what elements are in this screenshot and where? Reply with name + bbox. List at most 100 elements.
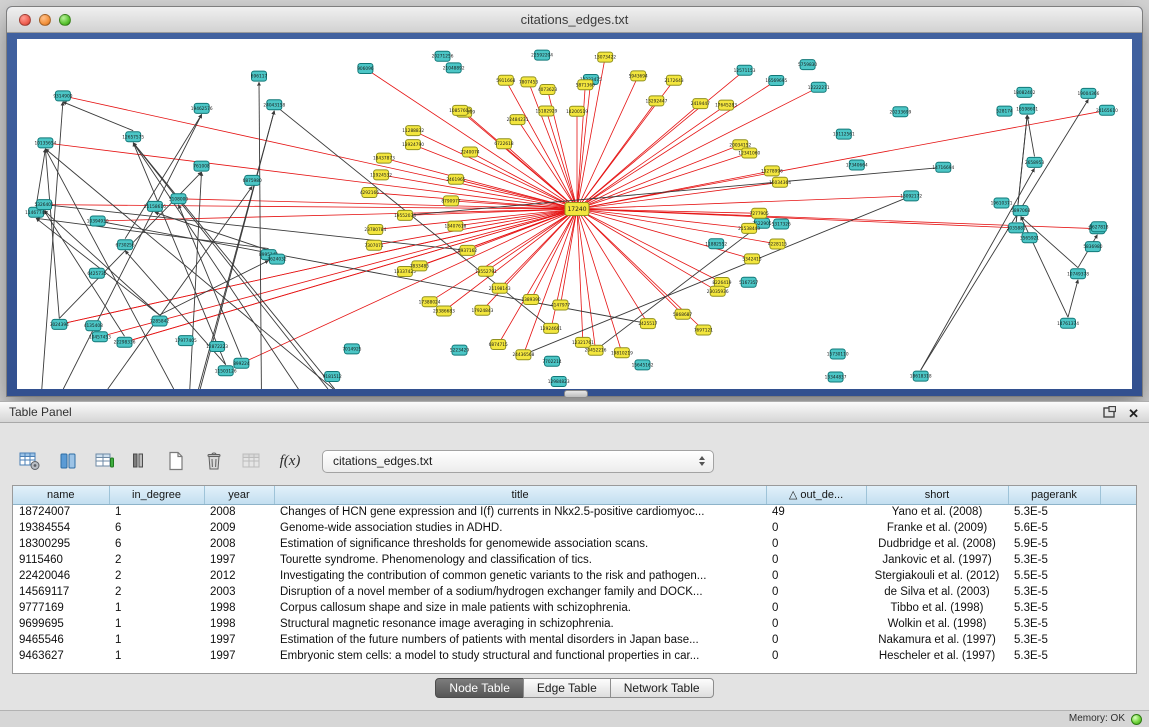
cell-year[interactable]: 2008 xyxy=(204,536,274,552)
cell-year[interactable]: 1997 xyxy=(204,648,274,664)
window-resize-handle[interactable] xyxy=(564,390,588,398)
zoom-window-button[interactable] xyxy=(59,14,71,26)
cell-title[interactable]: Estimation of significance thresholds fo… xyxy=(274,536,766,552)
cell-in_degree[interactable]: 1 xyxy=(109,648,204,664)
cell-filler xyxy=(1100,648,1136,664)
cell-name[interactable]: 18300295 xyxy=(13,536,109,552)
cell-in_degree[interactable]: 1 xyxy=(109,632,204,648)
cell-in_degree[interactable]: 2 xyxy=(109,552,204,568)
cell-pagerank[interactable]: 5.3E-5 xyxy=(1008,552,1100,568)
cell-name[interactable]: 9777169 xyxy=(13,600,109,616)
cell-name[interactable]: 14569117 xyxy=(13,584,109,600)
cell-pagerank[interactable]: 5.3E-5 xyxy=(1008,616,1100,632)
cell-short[interactable]: Franke et al. (2009) xyxy=(866,520,1008,536)
table-selector-dropdown[interactable]: citations_edges.txt xyxy=(322,450,714,473)
cell-year[interactable]: 1998 xyxy=(204,600,274,616)
cell-name[interactable]: 9463627 xyxy=(13,648,109,664)
column-header-out_degree[interactable]: △ out_de... xyxy=(766,486,866,504)
cell-out_degree[interactable]: 0 xyxy=(766,648,866,664)
cell-short[interactable]: de Silva et al. (2003) xyxy=(866,584,1008,600)
cell-out_degree[interactable]: 0 xyxy=(766,568,866,584)
cell-in_degree[interactable]: 6 xyxy=(109,536,204,552)
table-mode-button[interactable] xyxy=(14,447,46,475)
cell-out_degree[interactable]: 0 xyxy=(766,584,866,600)
column-header-in_degree[interactable]: in_degree xyxy=(109,486,204,504)
cell-name[interactable]: 9699695 xyxy=(13,616,109,632)
cell-pagerank[interactable]: 5.3E-5 xyxy=(1008,648,1100,664)
cell-year[interactable]: 2003 xyxy=(204,584,274,600)
row-selection-button[interactable] xyxy=(122,447,154,475)
cell-name[interactable]: 9115460 xyxy=(13,552,109,568)
column-header-title[interactable]: title xyxy=(274,486,766,504)
float-panel-icon[interactable] xyxy=(1103,405,1116,423)
cell-title[interactable]: Genome-wide association studies in ADHD. xyxy=(274,520,766,536)
delete-table-button[interactable] xyxy=(198,447,230,475)
cell-year[interactable]: 2012 xyxy=(204,568,274,584)
graph-node-label: 17340664 xyxy=(846,163,868,169)
cell-title[interactable]: Changes of HCN gene expression and I(f) … xyxy=(274,504,766,520)
tab-node-table[interactable]: Node Table xyxy=(435,678,524,698)
close-panel-icon[interactable]: ✕ xyxy=(1128,407,1139,421)
cell-title[interactable]: Structural magnetic resonance image aver… xyxy=(274,616,766,632)
cell-pagerank[interactable]: 5.3E-5 xyxy=(1008,504,1100,520)
cell-pagerank[interactable]: 5.5E-5 xyxy=(1008,568,1100,584)
cell-out_degree[interactable]: 49 xyxy=(766,504,866,520)
cell-year[interactable]: 2008 xyxy=(204,504,274,520)
cell-out_degree[interactable]: 0 xyxy=(766,632,866,648)
import-table-button[interactable] xyxy=(236,447,268,475)
window-titlebar[interactable]: citations_edges.txt xyxy=(7,7,1142,33)
cell-pagerank[interactable]: 5.6E-5 xyxy=(1008,520,1100,536)
cell-short[interactable]: Hescheler et al. (1997) xyxy=(866,648,1008,664)
cell-pagerank[interactable]: 5.9E-5 xyxy=(1008,536,1100,552)
cell-year[interactable]: 2009 xyxy=(204,520,274,536)
minimize-window-button[interactable] xyxy=(39,14,51,26)
cell-in_degree[interactable]: 2 xyxy=(109,568,204,584)
column-header-short[interactable]: short xyxy=(866,486,1008,504)
cell-in_degree[interactable]: 1 xyxy=(109,504,204,520)
cell-title[interactable]: Investigating the contribution of common… xyxy=(274,568,766,584)
cell-pagerank[interactable]: 5.3E-5 xyxy=(1008,600,1100,616)
create-column-button[interactable] xyxy=(90,447,122,475)
column-header-year[interactable]: year xyxy=(204,486,274,504)
cell-out_degree[interactable]: 0 xyxy=(766,520,866,536)
cell-out_degree[interactable]: 0 xyxy=(766,552,866,568)
cell-short[interactable]: Dudbridge et al. (2008) xyxy=(866,536,1008,552)
cell-title[interactable]: Disruption of a novel member of a sodium… xyxy=(274,584,766,600)
cell-short[interactable]: Stergiakouli et al. (2012) xyxy=(866,568,1008,584)
cell-short[interactable]: Yano et al. (2008) xyxy=(866,504,1008,520)
show-columns-button[interactable] xyxy=(52,447,84,475)
cell-title[interactable]: Corpus callosum shape and size in male p… xyxy=(274,600,766,616)
cell-in_degree[interactable]: 6 xyxy=(109,520,204,536)
cell-pagerank[interactable]: 5.3E-5 xyxy=(1008,584,1100,600)
tab-edge-table[interactable]: Edge Table xyxy=(523,678,611,698)
cell-title[interactable]: Estimation of the future numbers of pati… xyxy=(274,632,766,648)
cell-name[interactable]: 18724007 xyxy=(13,504,109,520)
cell-out_degree[interactable]: 0 xyxy=(766,600,866,616)
cell-year[interactable]: 1997 xyxy=(204,632,274,648)
cell-year[interactable]: 1998 xyxy=(204,616,274,632)
cell-name[interactable]: 19384554 xyxy=(13,520,109,536)
cell-in_degree[interactable]: 1 xyxy=(109,616,204,632)
network-canvas[interactable]: 8995142101356549314909240431581797740541… xyxy=(17,39,1132,389)
cell-out_degree[interactable]: 0 xyxy=(766,616,866,632)
graph-node-label: 5868687 xyxy=(673,312,692,318)
cell-in_degree[interactable]: 2 xyxy=(109,584,204,600)
cell-title[interactable]: Embryonic stem cells: a model to study s… xyxy=(274,648,766,664)
cell-title[interactable]: Tourette syndrome. Phenomenology and cla… xyxy=(274,552,766,568)
cell-in_degree[interactable]: 1 xyxy=(109,600,204,616)
column-header-name[interactable]: name xyxy=(13,486,109,504)
cell-short[interactable]: Nakamura et al. (1997) xyxy=(866,632,1008,648)
cell-name[interactable]: 22420046 xyxy=(13,568,109,584)
new-table-button[interactable] xyxy=(160,447,192,475)
close-window-button[interactable] xyxy=(19,14,31,26)
function-builder-button[interactable]: f(x) xyxy=(274,447,306,475)
tab-network-table[interactable]: Network Table xyxy=(610,678,714,698)
cell-pagerank[interactable]: 5.3E-5 xyxy=(1008,632,1100,648)
cell-out_degree[interactable]: 0 xyxy=(766,536,866,552)
cell-short[interactable]: Jankovic et al. (1997) xyxy=(866,552,1008,568)
cell-year[interactable]: 1997 xyxy=(204,552,274,568)
cell-short[interactable]: Tibbo et al. (1998) xyxy=(866,600,1008,616)
cell-name[interactable]: 9465546 xyxy=(13,632,109,648)
column-header-pagerank[interactable]: pagerank xyxy=(1008,486,1100,504)
cell-short[interactable]: Wolkin et al. (1998) xyxy=(866,616,1008,632)
